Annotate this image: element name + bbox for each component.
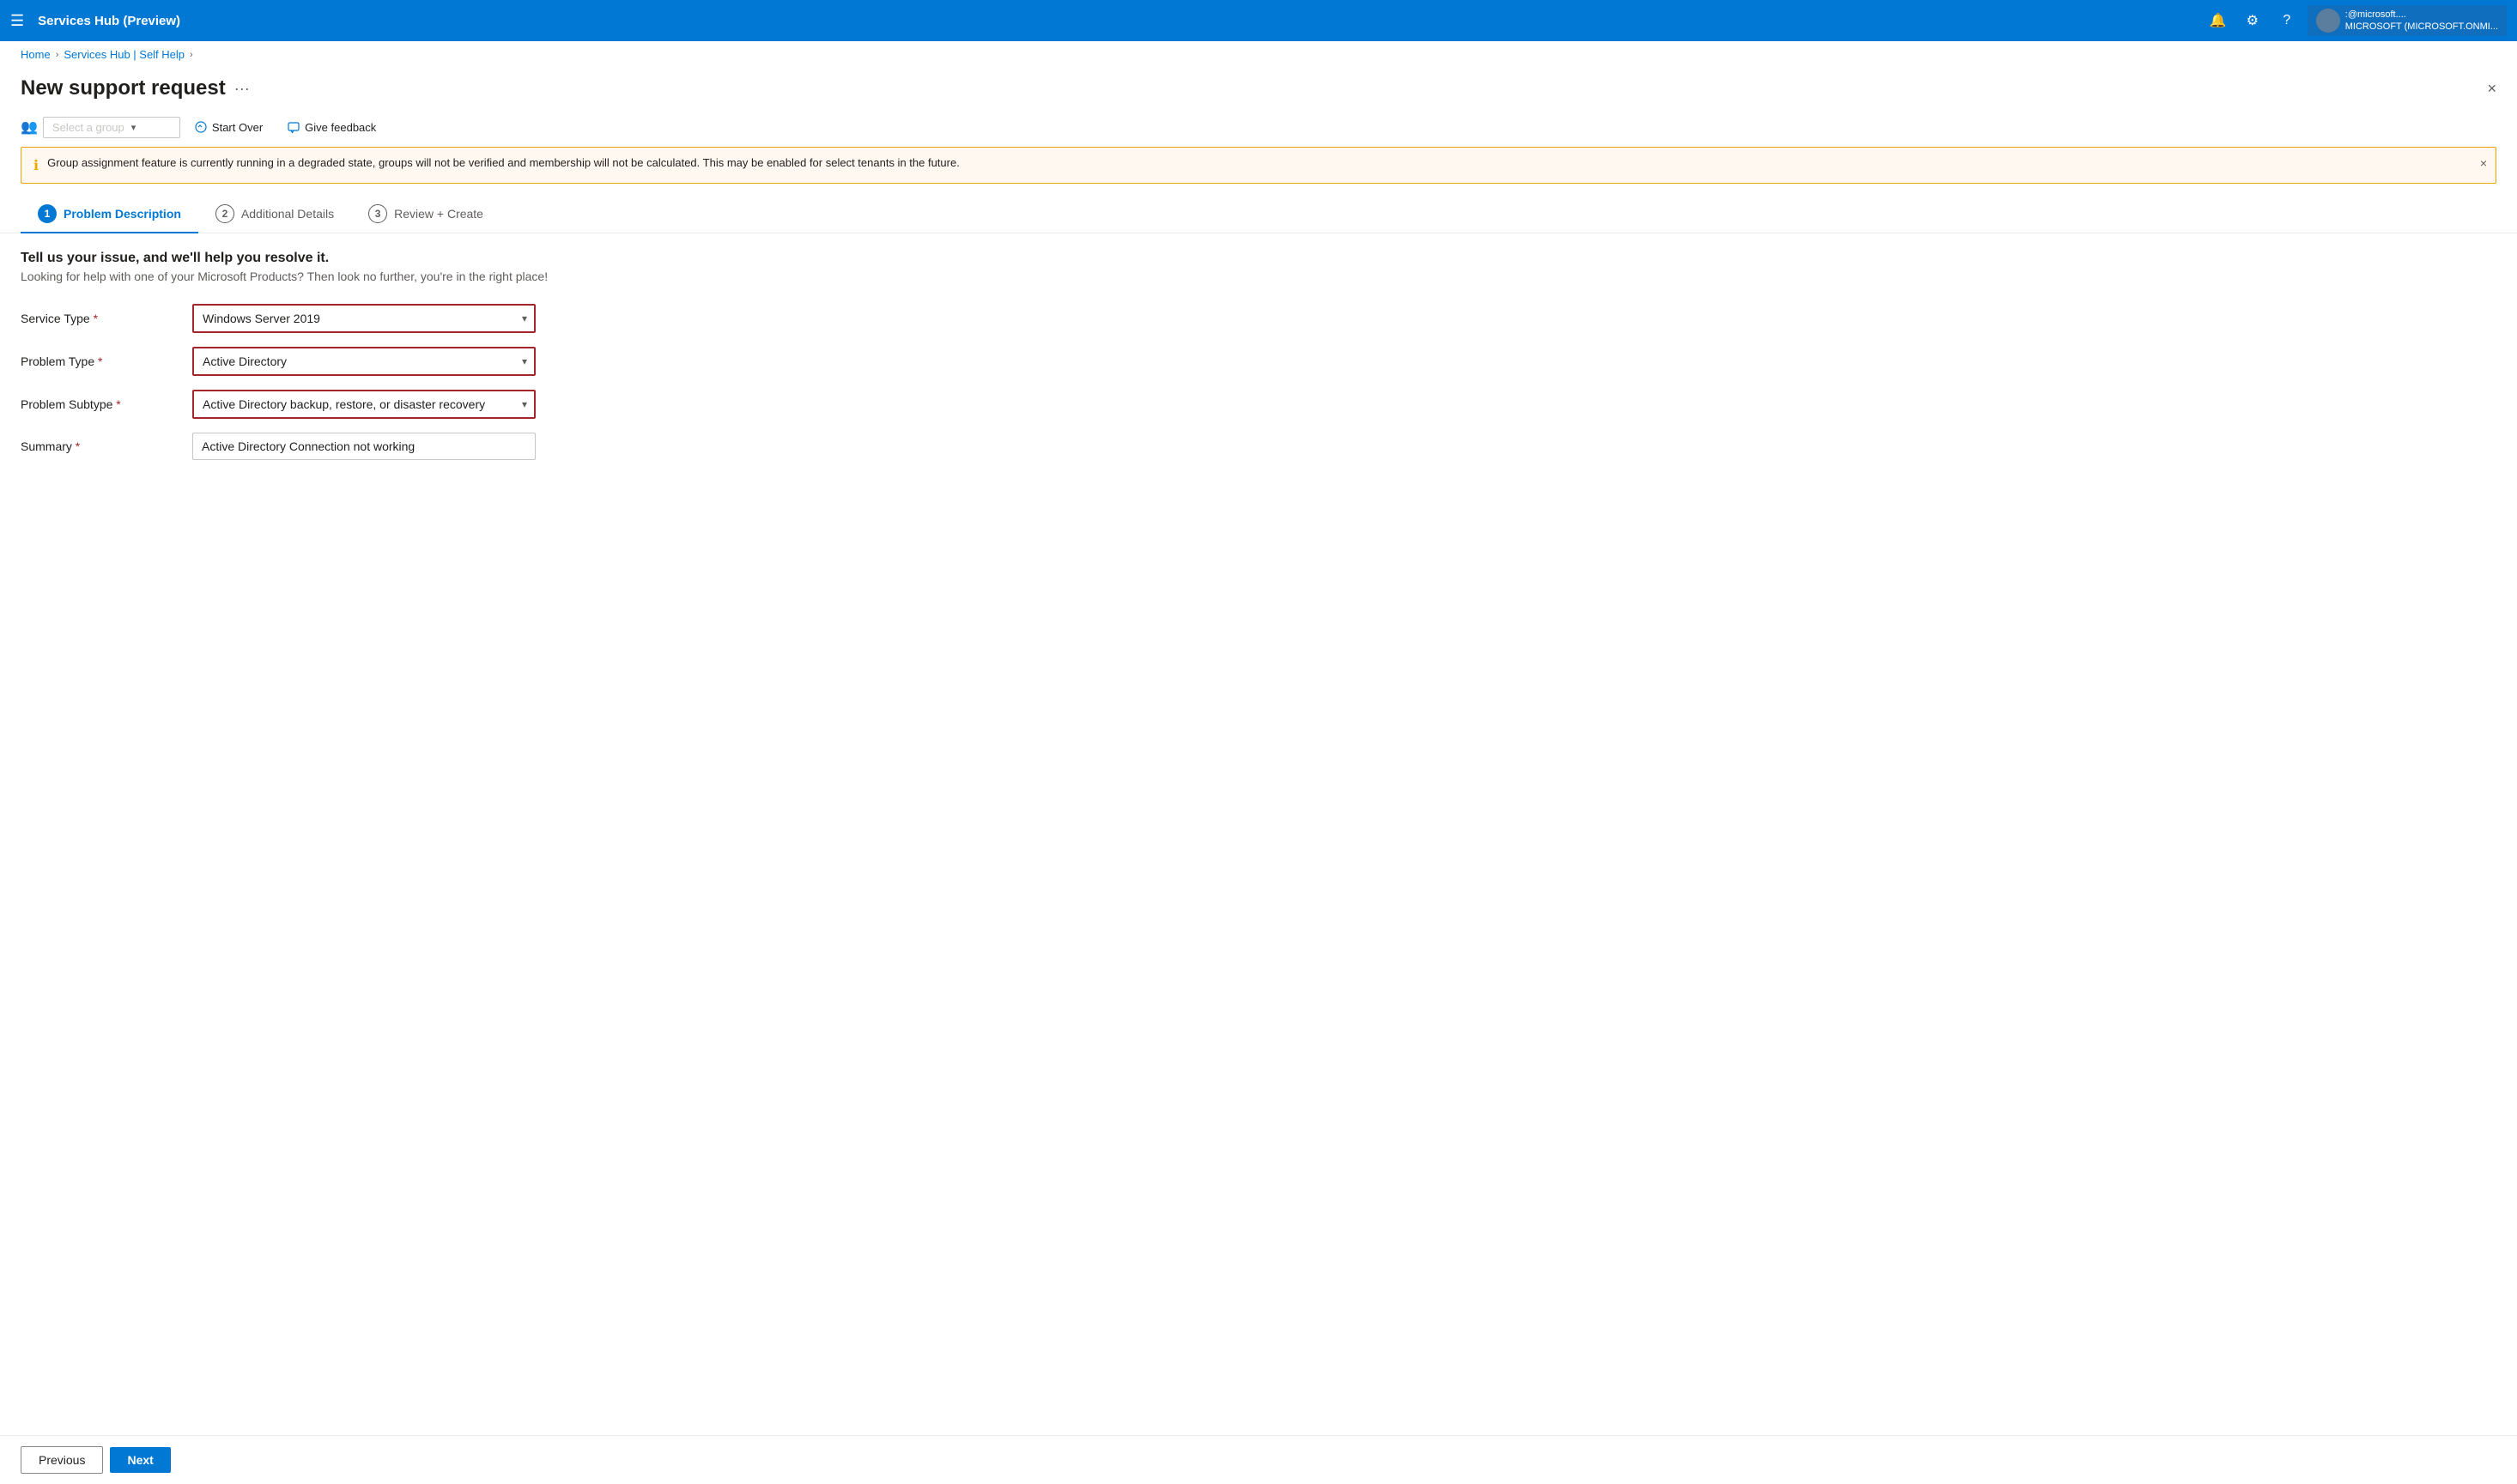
start-over-icon — [194, 120, 208, 134]
breadcrumb: Home › Services Hub | Self Help › — [0, 41, 2517, 68]
tab-problem-description[interactable]: 1 Problem Description — [21, 194, 198, 233]
alert-banner: ℹ Group assignment feature is currently … — [21, 147, 2496, 184]
start-over-label: Start Over — [212, 121, 263, 134]
start-over-button[interactable]: Start Over — [184, 116, 273, 138]
user-label: :@microsoft.... MICROSOFT (MICROSOFT.ONM… — [2345, 9, 2498, 33]
tab-additional-details[interactable]: 2 Additional Details — [198, 194, 351, 233]
service-type-label: Service Type * — [21, 312, 192, 325]
page-header: New support request ··· × — [0, 68, 2517, 111]
bottom-navigation: Previous Next — [0, 1435, 2517, 1484]
feedback-icon — [287, 120, 300, 134]
problem-type-label: Problem Type * — [21, 354, 192, 368]
give-feedback-label: Give feedback — [305, 121, 376, 134]
alert-icon: ℹ — [33, 157, 39, 174]
step-num-2: 2 — [215, 204, 234, 223]
group-dropdown-chevron: ▾ — [131, 122, 136, 133]
problem-subtype-select-wrapper: Active Directory backup, restore, or dis… — [192, 390, 536, 419]
alert-close-button[interactable]: × — [2480, 156, 2487, 170]
settings-icon[interactable]: ⚙ — [2239, 7, 2266, 34]
app-title: Services Hub (Preview) — [38, 14, 2205, 28]
service-type-required: * — [94, 312, 98, 325]
tab-label-1: Problem Description — [64, 207, 181, 221]
problem-type-select-wrapper: Active Directory DNS DHCP Group Policy ▾ — [192, 347, 536, 376]
breadcrumb-chevron-2: › — [190, 50, 193, 60]
close-button[interactable]: × — [2487, 80, 2496, 98]
problem-subtype-select[interactable]: Active Directory backup, restore, or dis… — [192, 390, 536, 419]
people-icon: 👥 — [21, 118, 38, 136]
summary-required: * — [76, 439, 80, 453]
step-num-3: 3 — [368, 204, 387, 223]
service-type-select[interactable]: Windows Server 2019 Windows Server 2016 … — [192, 304, 536, 333]
tab-review-create[interactable]: 3 Review + Create — [351, 194, 500, 233]
user-menu[interactable]: :@microsoft.... MICROSOFT (MICROSOFT.ONM… — [2308, 5, 2507, 37]
tab-label-3: Review + Create — [394, 207, 483, 221]
problem-type-select[interactable]: Active Directory DNS DHCP Group Policy — [192, 347, 536, 376]
help-icon[interactable]: ? — [2273, 7, 2301, 34]
problem-subtype-label: Problem Subtype * — [21, 397, 192, 411]
service-type-select-wrapper: Windows Server 2019 Windows Server 2016 … — [192, 304, 536, 333]
alert-message: Group assignment feature is currently ru… — [47, 156, 960, 169]
notification-icon[interactable]: 🔔 — [2205, 7, 2232, 34]
form-area: Tell us your issue, and we'll help you r… — [0, 233, 2517, 1435]
hamburger-menu[interactable]: ☰ — [10, 12, 24, 30]
avatar — [2316, 9, 2340, 33]
group-dropdown[interactable]: Select a group ▾ — [43, 117, 180, 138]
main-content: Home › Services Hub | Self Help › New su… — [0, 41, 2517, 1484]
topbar: ☰ Services Hub (Preview) 🔔 ⚙ ? :@microso… — [0, 0, 2517, 41]
breadcrumb-chevron-1: › — [56, 50, 59, 60]
previous-button[interactable]: Previous — [21, 1446, 103, 1474]
breadcrumb-home[interactable]: Home — [21, 48, 51, 61]
problem-subtype-required: * — [116, 397, 120, 411]
next-button[interactable]: Next — [110, 1447, 170, 1473]
page-title-row: New support request ··· — [21, 76, 250, 100]
summary-input[interactable] — [192, 433, 536, 460]
step-num-1: 1 — [38, 204, 57, 223]
give-feedback-button[interactable]: Give feedback — [276, 116, 386, 138]
summary-row: Summary * — [21, 433, 2496, 460]
breadcrumb-selfhelp[interactable]: Services Hub | Self Help — [64, 48, 185, 61]
form-subtitle: Looking for help with one of your Micros… — [21, 270, 2496, 283]
problem-type-row: Problem Type * Active Directory DNS DHCP… — [21, 347, 2496, 376]
page-title-more[interactable]: ··· — [234, 80, 250, 98]
topbar-icons: 🔔 ⚙ ? :@microsoft.... MICROSOFT (MICROSO… — [2205, 5, 2507, 37]
problem-type-required: * — [98, 354, 102, 368]
group-dropdown-value: Select a group — [52, 121, 124, 134]
service-type-row: Service Type * Windows Server 2019 Windo… — [21, 304, 2496, 333]
form-headline: Tell us your issue, and we'll help you r… — [21, 251, 2496, 266]
summary-label: Summary * — [21, 439, 192, 453]
problem-subtype-row: Problem Subtype * Active Directory backu… — [21, 390, 2496, 419]
tab-label-2: Additional Details — [241, 207, 334, 221]
step-tabs: 1 Problem Description 2 Additional Detai… — [0, 194, 2517, 233]
toolbar: 👥 Select a group ▾ Start Over Give feedb… — [0, 111, 2517, 147]
page-title: New support request — [21, 76, 226, 100]
